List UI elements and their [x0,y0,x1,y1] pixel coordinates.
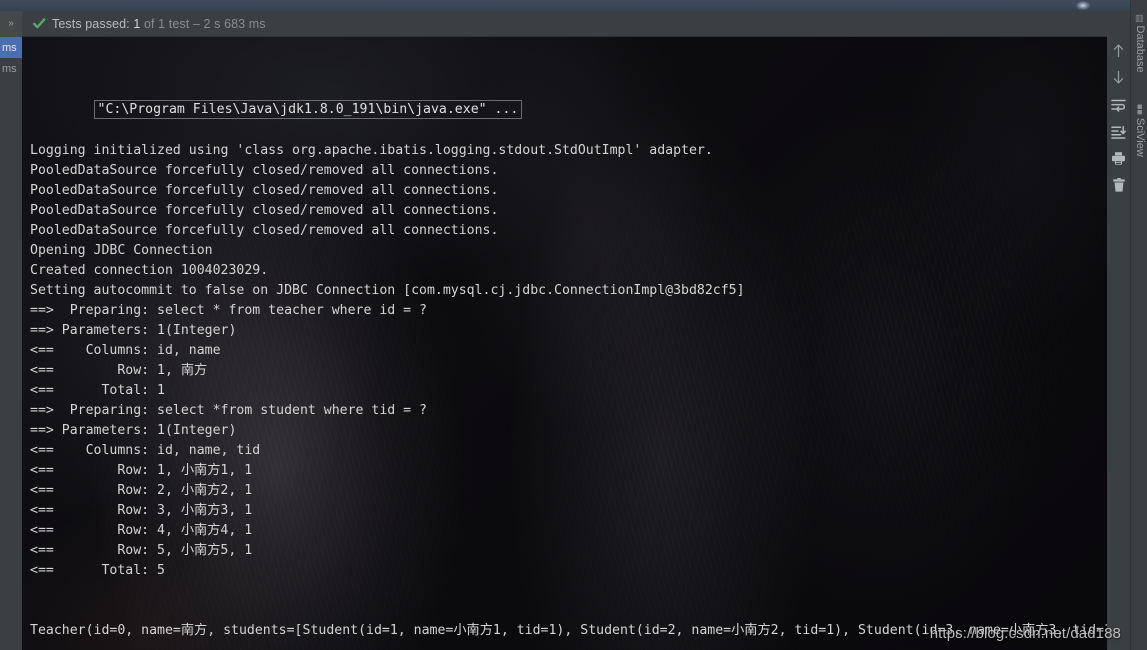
console-side-toolbar [1107,11,1130,650]
soft-wrap-icon[interactable] [1107,91,1130,118]
console-line: Created connection 1004023029. [30,263,269,278]
desktop-title-strip [0,0,1147,11]
console-output-panel[interactable]: "C:\Program Files\Java\jdk1.8.0_191\bin\… [22,37,1107,650]
command-line-row: "C:\Program Files\Java\jdk1.8.0_191\bin\… [30,80,1107,119]
console-line: PooledDataSource forcefully closed/remov… [30,163,499,178]
collapse-chevron-icon[interactable]: » [0,10,22,37]
console-line: <== Total: 5 [30,563,165,578]
print-icon[interactable] [1107,145,1130,172]
console-text-body[interactable]: "C:\Program Files\Java\jdk1.8.0_191\bin\… [22,37,1107,650]
check-mark-icon [33,17,46,30]
console-line: PooledDataSource forcefully closed/remov… [30,183,499,198]
console-line: <== Row: 2, 小南方2, 1 [30,483,253,498]
console-line: <== Columns: id, name [30,343,221,358]
right-tool-window-bar: ▤ Database ■■ SciView [1130,0,1147,650]
collapse-chevron-glyph: » [8,18,14,29]
console-line: <== Row: 1, 南方 [30,363,208,378]
grid-icon: ■■ [1135,104,1146,115]
console-line: PooledDataSource forcefully closed/remov… [30,223,499,238]
console-line: Logging initialized using 'class org.apa… [30,143,713,158]
test-runner-header: » Tests passed: 1 of 1 test – 2 s 683 ms [0,10,1110,37]
test-tree-gutter[interactable]: ms ms [0,37,22,650]
console-line: ==> Preparing: select * from teacher whe… [30,303,427,318]
java-command-line[interactable]: "C:\Program Files\Java\jdk1.8.0_191\bin\… [93,100,523,119]
tool-tab-sciview[interactable]: ■■ SciView [1134,104,1146,157]
console-line: PooledDataSource forcefully closed/remov… [30,203,499,218]
console-line: <== Row: 4, 小南方4, 1 [30,523,253,538]
test-duration-label: ms [2,41,17,54]
console-line: <== Row: 1, 小南方1, 1 [30,463,253,478]
status-suffix: of 1 test – 2 s 683 ms [140,16,266,31]
console-line: <== Columns: id, name, tid [30,443,261,458]
down-arrow-icon[interactable] [1107,64,1130,91]
console-line: ==> Preparing: select *from student wher… [30,403,427,418]
test-duration-label: ms [2,62,17,75]
tool-tab-sciview-label: SciView [1134,117,1146,157]
console-line: <== Row: 5, 小南方5, 1 [30,543,253,558]
scroll-to-end-icon[interactable] [1107,118,1130,145]
ide-run-window: » Tests passed: 1 of 1 test – 2 s 683 ms… [0,0,1147,650]
console-log-lines: Logging initialized using 'class org.apa… [30,141,1107,581]
console-line: ==> Parameters: 1(Integer) [30,323,237,338]
up-arrow-icon[interactable] [1107,37,1130,64]
console-line: <== Row: 3, 小南方3, 1 [30,503,253,518]
status-prefix: Tests passed: [52,16,134,31]
console-line: ==> Parameters: 1(Integer) [30,423,237,438]
test-status-text: Tests passed: 1 of 1 test – 2 s 683 ms [52,17,266,31]
database-icon: ▤ [1135,14,1146,23]
tool-tab-database-label: Database [1134,25,1146,73]
console-line: <== Total: 1 [30,383,165,398]
trash-icon[interactable] [1107,172,1130,199]
test-tree-row-selected[interactable]: ms [0,37,22,58]
console-line: Setting autocommit to false on JDBC Conn… [30,283,745,298]
watermark-text: https://blog.csdn.net/dad188 [929,625,1121,642]
console-line: Opening JDBC Connection [30,243,213,258]
desktop-glow [1076,1,1090,10]
test-tree-row[interactable]: ms [0,58,22,79]
tool-tab-database[interactable]: ▤ Database [1134,14,1146,73]
